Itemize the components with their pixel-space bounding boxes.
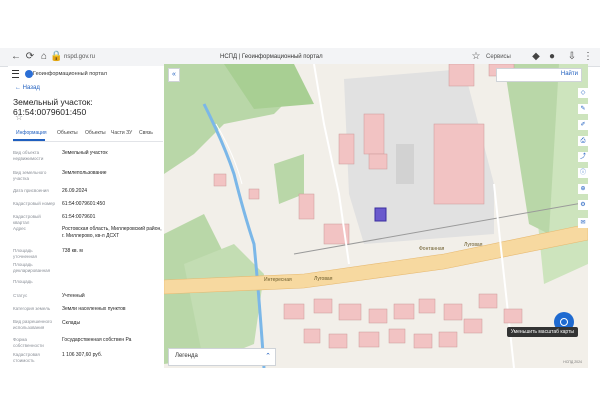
legend-bar[interactable]: Легенда ⌃ [168,348,276,366]
row-label: Кадастровый квартал [13,214,41,225]
forward-icon[interactable]: ⟳ [24,51,36,63]
row-label: Площадь [13,279,33,284]
row-label: Кадастровый номер [13,201,56,206]
tab-info[interactable]: Информация [16,130,47,136]
road-label: Луговая [314,276,333,282]
home-icon[interactable]: ⌂ [38,51,50,63]
collapse-panel-button[interactable]: « [168,68,180,82]
zoom-tooltip: Уменьшить масштаб карты [506,327,578,337]
map-search-button[interactable]: Найти [561,69,578,79]
back-label: Назад [22,85,40,91]
back-link[interactable]: ← Назад [15,85,40,91]
row-label: Площадь уточненная [13,248,37,259]
building-grey [396,144,414,184]
building [448,64,475,87]
row-value: 1 106 307,60 руб. [62,352,103,358]
page-tab-title: НСПД | Геоинформационный портал [220,54,323,60]
hamburger-menu-icon[interactable] [12,70,19,78]
legend-label: Легенда [175,353,198,359]
row-value: Ростовская область, Миллеровский район, … [62,226,162,239]
selected-parcel[interactable] [374,207,387,222]
row-label: Форма собственности [13,337,44,348]
map-attribution: НСПД 2024 [563,360,582,364]
building [433,123,485,205]
row-value: 61:54:0079601 [62,214,96,220]
row-label: Вид объекта недвижимости [13,150,44,161]
row-value: Учтенный [62,293,85,299]
road [493,183,515,368]
row-label: Площадь декларированная [13,262,51,273]
building [213,173,227,187]
row-value: Земельный участок [62,150,108,156]
road-label: Фонтанная [419,246,445,252]
services-link[interactable]: Сервисы [486,51,511,63]
building [363,113,385,155]
layers-icon[interactable]: ◇ [578,88,588,98]
row-label: Кадастровая стоимость [13,352,40,363]
building [338,133,355,165]
building [298,193,315,220]
chevron-up-icon: ⌃ [265,353,271,360]
row-value: Государственная собствен Ра [62,337,132,343]
download-icon[interactable]: ⇩ [566,51,578,63]
draw-icon[interactable]: ✐ [578,120,588,130]
info-panel: Геоинформационный портал ← Назад Земельн… [8,66,164,366]
share-icon[interactable]: ⤴ [578,152,588,162]
favorite-star-icon[interactable]: ☆ [15,112,23,123]
row-label: Статус [13,293,28,298]
extension-icon[interactable]: ◆ [530,51,542,63]
building [368,153,388,170]
profile-icon[interactable]: ● [546,51,558,63]
road-label: Интересная [264,277,292,283]
map-tools-bar: ◇ ✎ ✐ ⎙ ⤴ ⓘ ⊕ ⚙ ✉ [578,84,588,324]
map-canvas[interactable] [164,64,588,368]
row-label: Вид разрешенного использования [13,319,53,330]
road-label: Луговая [464,242,483,248]
header-title: Геоинформационный портал [33,71,107,77]
address-bar[interactable]: nspd.gov.ru [64,51,95,63]
row-value: 26.09.2024 [62,188,88,194]
print-icon[interactable]: ⎙ [578,136,588,146]
measure-icon[interactable]: ✎ [578,104,588,114]
row-label: Дата присвоения [13,188,49,193]
tab-objects-2[interactable]: Объекты [85,130,106,136]
row-label: Категория земель [13,306,51,311]
tab-links[interactable]: Связь [139,130,153,136]
row-value: Землепользование [62,170,107,176]
building [248,188,260,200]
menu-icon[interactable]: ⋮ [582,51,594,63]
tab-parts[interactable]: Части ЗУ [111,130,132,136]
row-value: 738 кв. м [62,248,83,254]
row-value: Земли населенных пунктов [62,306,126,312]
feedback-icon[interactable]: ✉ [578,218,588,228]
residential-blocks [283,293,523,349]
settings-icon[interactable]: ⚙ [578,200,588,210]
row-value: Склады [62,320,81,326]
bookmark-icon[interactable]: ☆ [470,51,482,63]
lock-icon: 🔒 [50,51,63,62]
info-icon[interactable]: ⓘ [578,168,588,178]
tab-objects[interactable]: Объекты [57,130,78,136]
active-tab-indicator [13,139,45,141]
logo [25,70,33,78]
row-label: Адрес [13,226,26,231]
cadastral-map[interactable]: « Найти ◇ ✎ ✐ ⎙ ⤴ ⓘ ⊕ ⚙ ✉ Легенда ⌃ Умен… [164,64,588,368]
row-value: 61:54:0079601:450 [62,201,106,207]
parcel-title: Земельный участок: 61:54:0079601:450 [13,97,93,117]
row-label: Вид земельного участка [13,170,47,181]
back-arrow-icon[interactable]: ← [10,51,22,63]
ruler-icon[interactable]: ⊕ [578,184,588,194]
